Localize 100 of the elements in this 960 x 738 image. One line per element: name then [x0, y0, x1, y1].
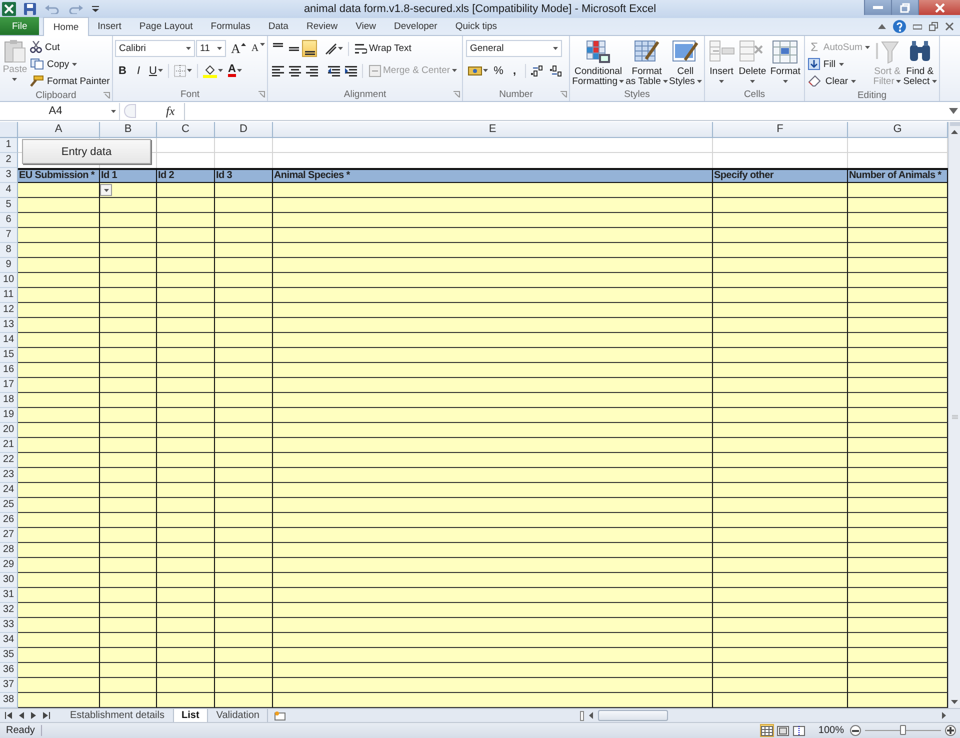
table-cell[interactable]	[713, 243, 848, 258]
table-cell[interactable]	[848, 228, 948, 243]
table-cell[interactable]	[273, 318, 713, 333]
table-cell[interactable]	[157, 228, 215, 243]
table-cell[interactable]	[100, 198, 157, 213]
column-header[interactable]: E	[273, 122, 713, 138]
table-cell[interactable]	[18, 273, 100, 288]
table-cell[interactable]	[273, 288, 713, 303]
painter-button[interactable]: Format Painter	[29, 73, 111, 89]
close-button[interactable]	[918, 0, 960, 15]
table-cell[interactable]	[18, 693, 100, 708]
table-cell[interactable]	[713, 333, 848, 348]
row-header[interactable]: 5	[0, 198, 18, 213]
table-cell[interactable]	[848, 468, 948, 483]
row-header[interactable]: 6	[0, 213, 18, 228]
table-cell[interactable]	[215, 318, 273, 333]
table-cell[interactable]	[848, 393, 948, 408]
table-cell[interactable]	[100, 393, 157, 408]
table-cell[interactable]	[157, 618, 215, 633]
table-cell[interactable]	[713, 258, 848, 273]
table-cell[interactable]	[848, 183, 948, 198]
table-cell[interactable]	[18, 198, 100, 213]
table-cell[interactable]	[273, 258, 713, 273]
column-header[interactable]: C	[157, 122, 215, 138]
table-cell[interactable]	[157, 183, 215, 198]
table-cell[interactable]	[215, 213, 273, 228]
table-cell[interactable]	[713, 273, 848, 288]
table-cell[interactable]	[713, 213, 848, 228]
table-cell[interactable]	[215, 333, 273, 348]
table-cell[interactable]	[157, 303, 215, 318]
table-cell[interactable]	[713, 633, 848, 648]
table-cell[interactable]	[157, 363, 215, 378]
table-cell[interactable]	[100, 483, 157, 498]
table-cell[interactable]	[713, 513, 848, 528]
table-cell[interactable]	[157, 438, 215, 453]
row-header[interactable]: 4	[0, 183, 18, 198]
table-cell[interactable]	[215, 183, 273, 198]
row-header[interactable]: 30	[0, 573, 18, 588]
table-cell[interactable]	[100, 468, 157, 483]
table-cell[interactable]	[273, 303, 713, 318]
table-cell[interactable]	[848, 483, 948, 498]
table-cell[interactable]	[18, 498, 100, 513]
entry-data-button[interactable]: Entry data	[22, 139, 151, 164]
collapse-ribbon-icon[interactable]	[878, 24, 886, 28]
table-cell[interactable]	[273, 228, 713, 243]
table-cell[interactable]	[848, 363, 948, 378]
table-cell[interactable]	[273, 393, 713, 408]
table-cell[interactable]	[273, 603, 713, 618]
table-cell[interactable]	[100, 318, 157, 333]
row-header[interactable]: 16	[0, 363, 18, 378]
table-cell[interactable]	[215, 678, 273, 693]
table-cell[interactable]	[713, 318, 848, 333]
table-cell[interactable]	[848, 498, 948, 513]
table-cell[interactable]	[157, 258, 215, 273]
table-cell[interactable]	[713, 663, 848, 678]
table-cell[interactable]	[215, 288, 273, 303]
ribbon-tab[interactable]: Review	[297, 17, 347, 35]
zoom-slider-thumb[interactable]	[900, 725, 906, 735]
column-header[interactable]: F	[713, 122, 848, 138]
restore-icon[interactable]	[929, 22, 938, 30]
clear-button[interactable]: Clear	[807, 73, 872, 89]
row-header[interactable]: 29	[0, 558, 18, 573]
row-header[interactable]: 13	[0, 318, 18, 333]
table-cell[interactable]	[157, 393, 215, 408]
table-cell[interactable]	[713, 498, 848, 513]
row-header[interactable]: 1	[0, 138, 18, 153]
table-cell[interactable]	[848, 633, 948, 648]
table-cell[interactable]	[848, 693, 948, 708]
copy-button[interactable]: Copy	[29, 56, 111, 72]
wrap-text-button[interactable]: Wrap Text	[352, 40, 414, 57]
table-cell[interactable]	[713, 228, 848, 243]
bold-button[interactable]: B	[115, 62, 130, 79]
row-header[interactable]: 31	[0, 588, 18, 603]
ribbon-tab[interactable]: Insert	[88, 17, 130, 35]
excel-logo-icon[interactable]	[2, 2, 16, 16]
shrink-font-button[interactable]: A	[249, 40, 267, 57]
table-cell[interactable]	[100, 438, 157, 453]
ribbon-tab[interactable]: Home	[43, 17, 89, 36]
row-header[interactable]: 38	[0, 693, 18, 708]
delete-button[interactable]: Delete	[738, 38, 766, 88]
ribbon-tab[interactable]: Formulas	[202, 17, 260, 35]
table-cell[interactable]	[100, 498, 157, 513]
table-cell[interactable]	[100, 453, 157, 468]
help-icon[interactable]	[893, 20, 906, 32]
table-cell[interactable]	[157, 573, 215, 588]
row-header[interactable]: 26	[0, 513, 18, 528]
borders-button[interactable]	[172, 62, 194, 79]
table-cell[interactable]	[273, 363, 713, 378]
table-cell[interactable]	[273, 513, 713, 528]
table-cell[interactable]	[273, 663, 713, 678]
expand-caret-icon[interactable]	[949, 108, 958, 114]
table-cell[interactable]	[273, 618, 713, 633]
insert-function-button[interactable]: fx	[166, 104, 175, 118]
table-cell[interactable]	[215, 513, 273, 528]
format-button[interactable]: Format	[770, 38, 800, 88]
table-cell[interactable]	[215, 303, 273, 318]
table-cell[interactable]	[273, 348, 713, 363]
vertical-scrollbar[interactable]	[948, 122, 960, 708]
ribbon-tab[interactable]: View	[346, 17, 386, 35]
table-cell[interactable]	[100, 333, 157, 348]
